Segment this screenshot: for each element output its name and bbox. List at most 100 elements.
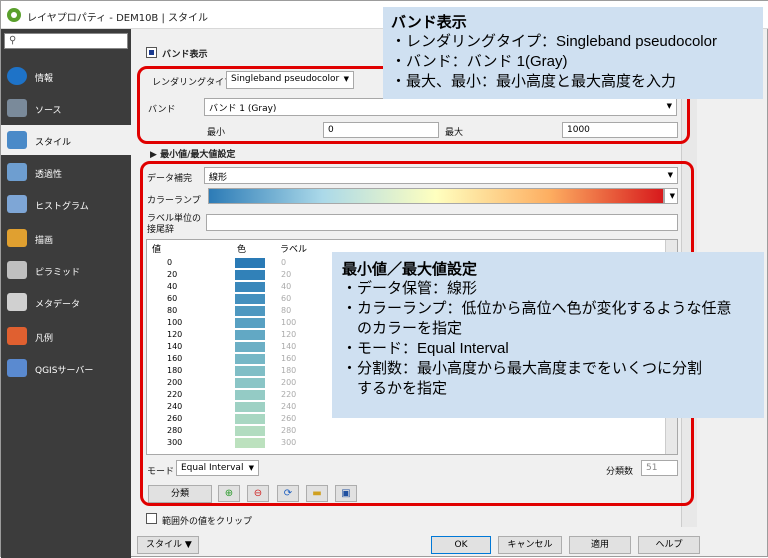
table-row[interactable]: 300 300 [147, 438, 667, 448]
mode-select[interactable]: Equal Interval ▼ [176, 460, 259, 476]
class-value: 300 [167, 438, 183, 447]
minmax-callout-line: ・データ保管：線形 [342, 280, 478, 297]
class-color-swatch[interactable] [235, 270, 265, 280]
band-callout-line: ・最大、最小：最小高度と最大高度を入力 [391, 73, 677, 90]
class-label[interactable]: 120 [281, 330, 296, 339]
clip-checkbox[interactable] [146, 513, 157, 524]
cancel-button[interactable]: キャンセル [498, 536, 562, 554]
render-type-select[interactable]: Singleband pseudocolor ▼ [226, 71, 354, 89]
band-callout-line: ・レンダリングタイプ：Singleband pseudocolor [391, 33, 717, 50]
class-value: 80 [167, 306, 178, 315]
sidebar-item-label: スタイル [35, 138, 72, 148]
class-label[interactable]: 280 [281, 426, 296, 435]
class-color-swatch[interactable] [235, 318, 265, 328]
sidebar-item-info[interactable]: 情報 [1, 61, 131, 91]
chevron-down-icon: ▼ [343, 75, 349, 83]
class-label[interactable]: 260 [281, 414, 296, 423]
sidebar-item-transparency[interactable]: 透過性 [1, 157, 131, 187]
class-label[interactable]: 300 [281, 438, 296, 447]
minmax-callout-line: のカラーを指定 [342, 320, 463, 337]
sidebar-item-legend[interactable]: 凡例 [1, 321, 131, 351]
class-label[interactable]: 100 [281, 318, 296, 327]
class-label[interactable]: 60 [281, 294, 291, 303]
classify-button[interactable]: 分類 [148, 485, 212, 503]
class-color-swatch[interactable] [235, 390, 265, 400]
class-value: 60 [167, 294, 178, 303]
class-color-swatch[interactable] [235, 294, 265, 304]
sidebar-item-label: メタデータ [35, 300, 81, 310]
transparency-icon [7, 163, 27, 181]
open-folder-icon[interactable]: ▬ [306, 485, 328, 502]
sidebar-item-metadata[interactable]: メタデータ [1, 287, 131, 317]
class-value: 140 [167, 342, 183, 351]
class-value: 40 [167, 282, 178, 291]
help-button[interactable]: ヘルプ [638, 536, 700, 554]
sidebar-search-input[interactable]: ⚲ [4, 33, 128, 49]
class-label[interactable]: 80 [281, 306, 291, 315]
sidebar-item-label: ヒストグラム [35, 202, 89, 212]
interpolation-select[interactable]: 線形 ▼ [204, 167, 678, 184]
sidebar-item-source[interactable]: ソース [1, 93, 131, 123]
apply-button[interactable]: 適用 [569, 536, 631, 554]
search-icon: ⚲ [9, 35, 17, 46]
sidebar-item-label: 透過性 [35, 170, 63, 180]
band-rendering-toggle[interactable] [146, 47, 157, 58]
add-class-icon[interactable]: ⊕ [218, 485, 240, 502]
class-label[interactable]: 140 [281, 342, 296, 351]
chevron-down-icon: ▼ [666, 102, 672, 110]
class-color-swatch[interactable] [235, 330, 265, 340]
class-label[interactable]: 160 [281, 354, 296, 363]
class-color-swatch[interactable] [235, 438, 265, 448]
color-ramp-dropdown[interactable]: ▼ [664, 188, 678, 204]
minmax-callout: 最小値／最大値設定 ・データ保管：線形 ・カラーランプ：低位から高位へ色が変化す… [332, 252, 764, 418]
render-type-label: レンダリングタイプ [152, 78, 234, 88]
sidebar-item-histogram[interactable]: ヒストグラム [1, 189, 131, 219]
window-title: レイヤプロパティ - DEM10B | スタイル [27, 13, 209, 24]
class-label[interactable]: 220 [281, 390, 296, 399]
sidebar-item-style[interactable]: スタイル [1, 125, 131, 155]
sidebar: ⚲ 情報 ソース スタイル 透過性 ヒストグラム 描画 ピラミッド メタデータ … [1, 29, 131, 558]
chevron-down-icon: ▼ [184, 540, 192, 550]
source-icon [7, 99, 27, 117]
chevron-down-icon: ▼ [248, 464, 254, 472]
band-callout: バンド表示 ・レンダリングタイプ：Singleband pseudocolor … [383, 7, 763, 99]
class-color-swatch[interactable] [235, 258, 265, 268]
max-input[interactable]: 1000 [562, 122, 678, 138]
class-label[interactable]: 20 [281, 270, 291, 279]
class-color-swatch[interactable] [235, 354, 265, 364]
col-value-header: 値 [152, 245, 162, 255]
class-color-swatch[interactable] [235, 378, 265, 388]
class-color-swatch[interactable] [235, 282, 265, 292]
minmax-callout-line: ・分割数：最小高度から最大高度までをいくつに分割 [342, 360, 703, 377]
sidebar-item-label: QGISサーバー [35, 366, 94, 376]
class-value: 160 [167, 354, 183, 363]
minmax-section-title[interactable]: ▶ 最小値/最大値設定 [150, 147, 235, 160]
save-icon[interactable]: ▣ [335, 485, 357, 502]
band-select[interactable]: バンド 1 (Gray) ▼ [204, 98, 677, 116]
class-label[interactable]: 40 [281, 282, 291, 291]
class-label[interactable]: 240 [281, 402, 296, 411]
class-label[interactable]: 180 [281, 366, 296, 375]
ok-button[interactable]: OK [431, 536, 491, 554]
sidebar-item-pyramid[interactable]: ピラミッド [1, 255, 131, 285]
table-row[interactable]: 280 280 [147, 426, 667, 436]
class-color-swatch[interactable] [235, 366, 265, 376]
sidebar-item-qgis-server[interactable]: QGISサーバー [1, 353, 131, 383]
class-label[interactable]: 200 [281, 378, 296, 387]
class-color-swatch[interactable] [235, 402, 265, 412]
remove-class-icon[interactable]: ⊖ [247, 485, 269, 502]
class-color-swatch[interactable] [235, 426, 265, 436]
unit-suffix-input[interactable] [206, 214, 678, 231]
sidebar-item-render[interactable]: 描画 [1, 223, 131, 253]
class-color-swatch[interactable] [235, 306, 265, 316]
classes-spinbox[interactable]: 51 [641, 460, 678, 476]
class-color-swatch[interactable] [235, 414, 265, 424]
color-ramp-select[interactable] [208, 188, 664, 204]
min-input[interactable]: 0 [323, 122, 439, 138]
class-color-swatch[interactable] [235, 342, 265, 352]
interpolation-label: データ補完 [147, 174, 193, 184]
style-menu-button[interactable]: スタイル ▼ [137, 536, 199, 554]
render-icon [7, 229, 27, 247]
reverse-icon[interactable]: ⟳ [277, 485, 299, 502]
class-label[interactable]: 0 [281, 258, 286, 267]
